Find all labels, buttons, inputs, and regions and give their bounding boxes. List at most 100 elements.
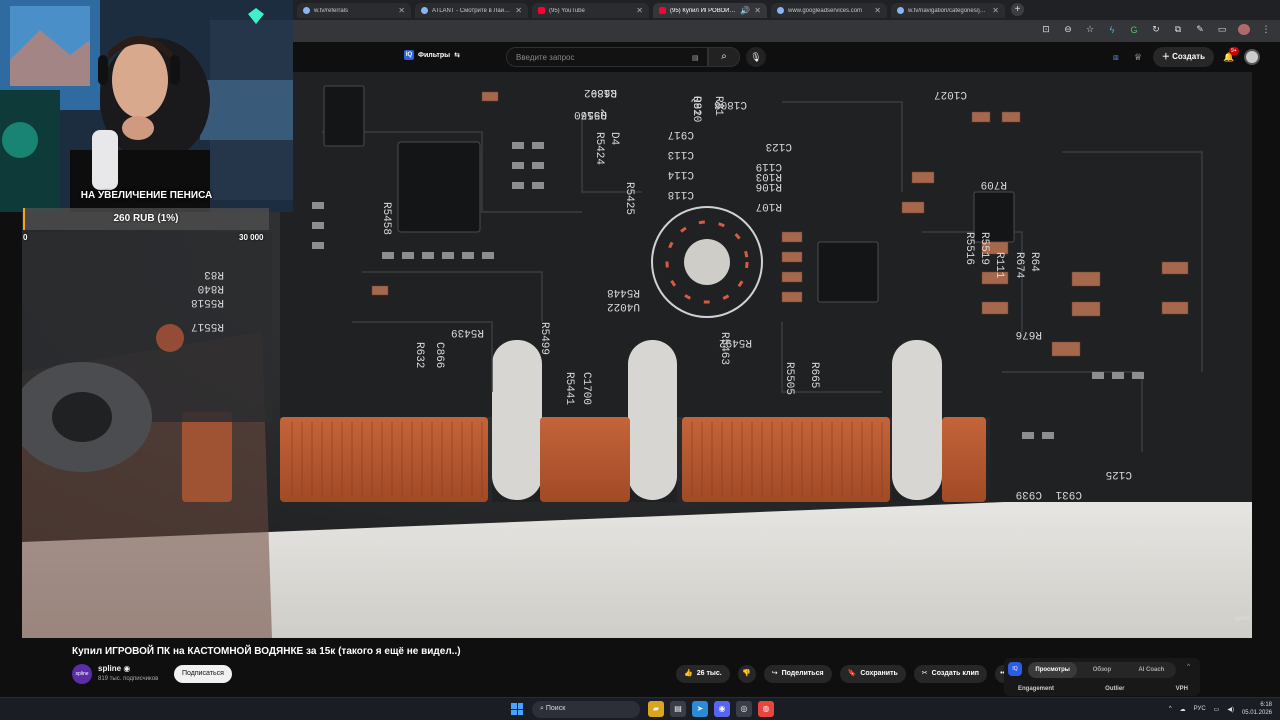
vidiq-tab-overview[interactable]: Обзор	[1077, 662, 1126, 678]
puzzle-icon[interactable]: ⧉	[1172, 24, 1184, 35]
like-button[interactable]: 👍 26 тыс.	[676, 665, 730, 683]
video-watermark: spline	[1234, 616, 1250, 622]
chevron-up-icon[interactable]: ^	[1187, 664, 1190, 670]
share-button[interactable]: ↪ Поделиться	[763, 665, 832, 683]
speaker-icon[interactable]: 🔊	[740, 6, 750, 15]
video-actions: 👍 26 тыс. 👎 ↪ Поделиться 🔖 Сохранить ✂ Созда…	[676, 665, 1013, 683]
taskbar-search[interactable]: ⌕ Поиск	[532, 701, 640, 718]
pcb-silkscreen-label: R5492	[719, 336, 752, 348]
close-icon[interactable]: ✕	[636, 6, 643, 15]
tab-title: w.tv/navigation/categories/jus...	[908, 7, 989, 14]
browser-tab-active[interactable]: (95) Купил ИГРОВОЙ ПК н... 🔊 ✕	[653, 3, 767, 18]
pcb-silkscreen-label: C1027	[934, 88, 967, 100]
microphone-icon[interactable]: 🎙	[746, 47, 766, 67]
clip-button[interactable]: ✂ Создать клип	[913, 665, 987, 683]
channel-name[interactable]: spline ◉	[98, 664, 130, 673]
browser-tab[interactable]: ATLANT - Смотрите в Лайве ... ✕	[415, 3, 528, 18]
browser-tab[interactable]: www.googleadservices.com ✕	[771, 3, 887, 18]
extension-icon[interactable]: ↻	[1150, 24, 1162, 35]
vidiq-tabs: Просмотры Обзор AI Coach	[1028, 662, 1176, 678]
video-title: Купил ИГРОВОЙ ПК на КАСТОМНОЙ ВОДЯНКЕ за…	[72, 646, 461, 657]
site-favicon-icon	[777, 7, 784, 14]
volume-icon[interactable]: ◀)	[1227, 706, 1234, 713]
metric-vph: VPH	[1175, 686, 1188, 692]
extension-icon[interactable]: ϟ	[1106, 25, 1118, 35]
close-icon[interactable]: ✕	[874, 6, 881, 15]
save-label: Сохранить	[860, 670, 898, 677]
close-icon[interactable]: ✕	[754, 6, 761, 15]
profile-avatar[interactable]	[1238, 24, 1250, 35]
cloud-icon[interactable]: ☁	[1180, 706, 1186, 713]
pcb-silkscreen-label: R5425	[623, 182, 635, 215]
pcb-silkscreen-label: R5519	[978, 232, 990, 265]
clip-label: Создать клип	[931, 670, 979, 677]
tab-title: www.googleadservices.com	[788, 7, 863, 14]
file-explorer-icon[interactable]: ▰	[648, 701, 664, 717]
filters-label: Фильтры	[418, 51, 451, 59]
close-icon[interactable]: ✕	[515, 6, 522, 15]
obs-icon[interactable]: ◎	[736, 701, 752, 717]
clock[interactable]: 6:18 05.01.2026	[1242, 701, 1272, 717]
browser-tab[interactable]: w.tv/navigation/categories/jus... ✕	[891, 3, 1005, 18]
notepad-icon[interactable]: ▤	[670, 701, 686, 717]
vidiq-extension-icon[interactable]: ⧈	[1109, 50, 1123, 64]
user-avatar[interactable]	[1244, 49, 1260, 65]
save-button[interactable]: 🔖 Сохранить	[839, 665, 906, 683]
close-icon[interactable]: ✕	[992, 6, 999, 15]
pcb-silkscreen-label: R64	[1028, 252, 1040, 272]
thumbs-down-icon: 👎	[742, 670, 752, 677]
donation-goal-max: 30 000	[239, 233, 264, 242]
pcb-silkscreen-label: C114	[667, 168, 694, 180]
pcb-silkscreen-label: R5505	[783, 362, 795, 395]
pcb-silkscreen-label: R5424	[593, 132, 605, 165]
pcb-silkscreen-label: R5458	[380, 202, 392, 235]
create-button[interactable]: ＋ Создать	[1152, 47, 1214, 67]
extension-icon[interactable]: G	[1128, 25, 1140, 35]
bell-icon[interactable]: 🔔 9+	[1222, 47, 1239, 64]
filters-button[interactable]: IQ Фильтры ⇆	[404, 50, 460, 60]
search-input[interactable]: Введите запрос	[506, 47, 708, 67]
vidiq-icon: IQ	[404, 50, 414, 60]
channel-subscribers: 819 тыс. подписчиков	[98, 676, 159, 682]
trophy-icon[interactable]: ♕	[1131, 50, 1145, 64]
channel-avatar[interactable]: spline	[72, 664, 92, 684]
screen: w.tv/referrals ✕ ATLANT - Смотрите в Лай…	[0, 0, 1280, 720]
menu-icon[interactable]: ⋮	[1260, 24, 1272, 35]
browser-tab[interactable]: (95) YouTube ✕	[532, 3, 649, 18]
taskbar-search-label: Поиск	[545, 705, 566, 712]
edit-icon[interactable]: ✎	[1194, 24, 1206, 35]
telegram-icon[interactable]: ➤	[692, 701, 708, 717]
site-favicon-icon	[421, 7, 428, 14]
vidiq-panel: IQ Просмотры Обзор AI Coach ^ Engagement…	[1004, 658, 1200, 696]
discord-icon[interactable]: ◉	[714, 701, 730, 717]
install-app-icon[interactable]: ⊡	[1040, 24, 1052, 35]
windows-start-icon[interactable]	[511, 703, 523, 715]
system-tray: ^ ☁ РУС ▭ ◀) 6:18 05.01.2026	[1169, 701, 1272, 717]
close-icon[interactable]: ✕	[398, 6, 405, 15]
pcb-silkscreen-label: R676	[1016, 328, 1042, 340]
vidiq-tab-views[interactable]: Просмотры	[1028, 662, 1078, 678]
star-icon[interactable]: ☆	[1084, 24, 1096, 35]
keyboard-icon[interactable]: ▤	[692, 54, 699, 62]
tab-title: (95) Купил ИГРОВОЙ ПК н...	[670, 7, 736, 14]
pcb-silkscreen-label: R5517	[191, 320, 224, 332]
pcb-silkscreen-label: Q916	[581, 108, 607, 120]
dislike-button[interactable]: 👎	[737, 665, 756, 683]
site-favicon-icon	[897, 7, 904, 14]
pcb-silkscreen-label: C917	[668, 128, 694, 140]
network-icon[interactable]: ▭	[1214, 706, 1220, 713]
zoom-icon[interactable]: ⊖	[1062, 24, 1074, 35]
browser-tab[interactable]: w.tv/referrals ✕	[297, 3, 411, 18]
chrome-icon[interactable]: ◍	[758, 701, 774, 717]
chevron-up-icon[interactable]: ^	[1169, 706, 1172, 712]
vidiq-tab-ai-coach[interactable]: AI Coach	[1127, 662, 1176, 678]
search-button[interactable]: ⌕	[708, 47, 740, 67]
language-indicator[interactable]: РУС	[1194, 706, 1206, 712]
pcb-silkscreen-label: R665	[808, 362, 820, 388]
sidebar-icon[interactable]: ▭	[1216, 24, 1228, 35]
subscribe-button[interactable]: Подписаться	[174, 665, 232, 683]
thumbs-up-icon: 👍	[684, 670, 693, 677]
vidiq-metrics: Engagement Outlier VPH	[1018, 686, 1188, 692]
like-count: 26 тыс.	[696, 670, 722, 677]
new-tab-button[interactable]: +	[1011, 3, 1024, 16]
